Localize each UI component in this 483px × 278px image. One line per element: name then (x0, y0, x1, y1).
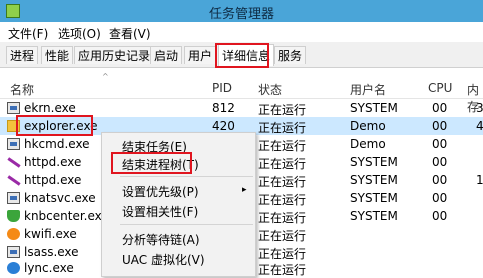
tab-performance[interactable]: 性能 (41, 46, 74, 64)
title-bar: 任务管理器 (0, 0, 483, 22)
window-icon (7, 102, 20, 114)
col-name[interactable]: 名称 (10, 81, 34, 98)
tab-bar: 进程 性能 应用历史记录 启动 用户 详细信息 服务 (0, 42, 483, 68)
col-cpu[interactable]: CPU (428, 81, 452, 95)
process-user: SYSTEM (350, 101, 398, 115)
menu-separator (120, 176, 253, 177)
process-status: 正在运行 (258, 263, 307, 277)
process-status: 正在运行 (258, 229, 307, 243)
menu-end-process-tree[interactable]: 结束进程树(T) (122, 156, 199, 173)
tab-users[interactable]: 用户 (184, 46, 217, 64)
tab-app-history[interactable]: 应用历史记录 (74, 46, 155, 64)
menu-uac-virtualization[interactable]: UAC 虚拟化(V) (122, 251, 205, 268)
process-name: knatsvc.exe (24, 191, 96, 205)
process-cpu: 00 (432, 101, 448, 115)
process-user: SYSTEM (350, 191, 398, 205)
process-name: lsass.exe (24, 245, 79, 259)
process-user: Demo (350, 137, 386, 151)
process-name: httpd.exe (24, 155, 82, 169)
process-name: kwifi.exe (24, 227, 77, 241)
process-user: Demo (350, 119, 386, 133)
tab-startup[interactable]: 启动 (150, 46, 183, 64)
column-header: ^ 名称 PID 状态 用户名 CPU 内存 (0, 68, 483, 114)
process-memory: 3 (476, 101, 483, 115)
menu-file[interactable]: 文件(F) (8, 25, 48, 42)
menu-separator (120, 224, 253, 225)
process-status: 正在运行 (258, 121, 307, 135)
submenu-arrow-icon: ▸ (242, 185, 247, 195)
context-menu: 结束任务(E) 结束进程树(T) 设置优先级(P) ▸ 设置相关性(F) 分析等… (101, 132, 256, 277)
col-username[interactable]: 用户名 (350, 81, 386, 98)
process-cpu: 00 (432, 155, 448, 169)
col-status[interactable]: 状态 (258, 81, 282, 98)
process-memory: 4 (476, 119, 483, 133)
process-user: SYSTEM (350, 173, 398, 187)
kwifi-icon (7, 228, 20, 240)
process-cpu: 00 (432, 191, 448, 205)
shield-icon (7, 210, 20, 222)
process-status: 正在运行 (258, 175, 307, 189)
folder-icon (7, 120, 20, 132)
menu-analyze-wait-chain[interactable]: 分析等待链(A) (122, 231, 200, 248)
process-name: knbcenter.exe (24, 209, 109, 223)
sort-arrow: ^ (102, 72, 109, 81)
process-status: 正在运行 (258, 211, 307, 225)
window-icon (7, 246, 20, 258)
process-cpu: 00 (432, 119, 448, 133)
feather-icon (7, 174, 19, 186)
process-memory: 1 (476, 173, 483, 187)
process-name: httpd.exe (24, 173, 82, 187)
process-status: 正在运行 (258, 193, 307, 207)
menu-bar: 文件(F) 选项(O) 查看(V) (0, 22, 483, 42)
tab-processes[interactable]: 进程 (6, 46, 39, 64)
process-status: 正在运行 (258, 103, 307, 117)
process-status: 正在运行 (258, 139, 307, 153)
process-cpu: 00 (432, 173, 448, 187)
process-status: 正在运行 (258, 157, 307, 171)
process-pid: 420 (212, 119, 235, 133)
process-cpu: 00 (432, 137, 448, 151)
window-icon (7, 192, 20, 204)
process-name: hkcmd.exe (24, 137, 90, 151)
feather-icon (7, 156, 19, 168)
process-name: explorer.exe (24, 119, 98, 133)
tab-details[interactable]: 详细信息 (218, 44, 275, 66)
process-name: ekrn.exe (24, 101, 76, 115)
window-title: 任务管理器 (208, 7, 274, 22)
menu-set-affinity[interactable]: 设置相关性(F) (122, 203, 198, 220)
menu-end-task[interactable]: 结束任务(E) (122, 138, 187, 155)
menu-options[interactable]: 选项(O) (58, 25, 101, 42)
menu-set-priority[interactable]: 设置优先级(P) (122, 183, 199, 200)
tab-services[interactable]: 服务 (274, 46, 307, 64)
process-pid: 812 (212, 101, 235, 115)
globe-icon (7, 262, 20, 274)
process-user: SYSTEM (350, 209, 398, 223)
menu-view[interactable]: 查看(V) (109, 25, 151, 42)
col-pid[interactable]: PID (212, 81, 232, 95)
table-row[interactable]: ekrn.exe 812 正在运行 SYSTEM 00 3 (0, 99, 483, 117)
window-icon (7, 138, 20, 150)
process-user: SYSTEM (350, 155, 398, 169)
process-cpu: 00 (432, 209, 448, 223)
